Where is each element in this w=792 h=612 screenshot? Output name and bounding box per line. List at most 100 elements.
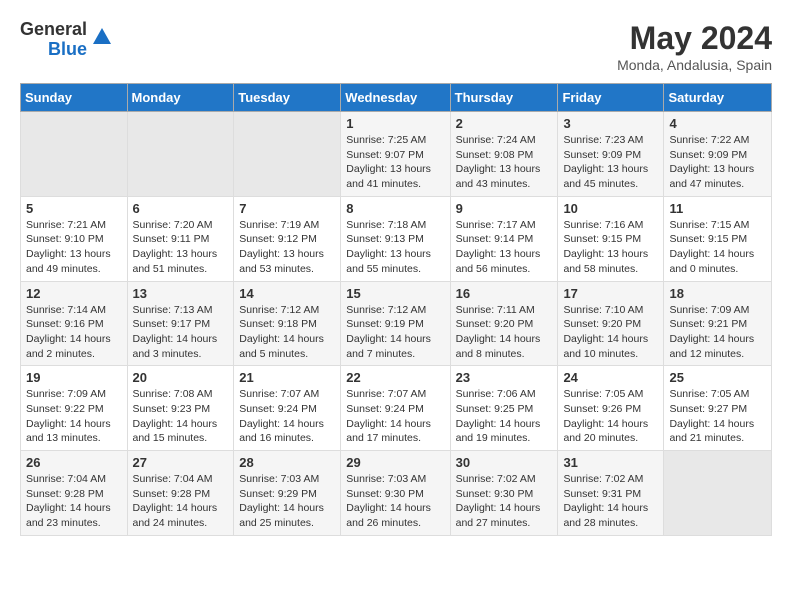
cell-content: Sunrise: 7:03 AM Sunset: 9:30 PM Dayligh…	[346, 472, 444, 531]
calendar-cell: 3Sunrise: 7:23 AM Sunset: 9:09 PM Daylig…	[558, 112, 664, 197]
calendar-cell: 30Sunrise: 7:02 AM Sunset: 9:30 PM Dayli…	[450, 451, 558, 536]
day-number: 20	[133, 370, 229, 385]
calendar-week-3: 12Sunrise: 7:14 AM Sunset: 9:16 PM Dayli…	[21, 281, 772, 366]
day-number: 18	[669, 286, 766, 301]
day-number: 2	[456, 116, 553, 131]
cell-content: Sunrise: 7:05 AM Sunset: 9:26 PM Dayligh…	[563, 387, 658, 446]
logo-icon	[91, 26, 113, 53]
calendar-cell: 11 Sunrise: 7:15 AM Sunset: 9:15 PM Dayli…	[664, 196, 772, 281]
calendar-week-4: 19 Sunrise: 7:09 AM Sunset: 9:22 PM Dayli…	[21, 366, 772, 451]
cell-content: Sunrise: 7:12 AM Sunset: 9:18 PM Dayligh…	[239, 303, 335, 362]
calendar-cell: 22 Sunrise: 7:07 AM Sunset: 9:24 PM Dayli…	[341, 366, 450, 451]
day-number: 16	[456, 286, 553, 301]
calendar-week-5: 26 Sunrise: 7:04 AM Sunset: 9:28 PM Dayli…	[21, 451, 772, 536]
calendar-cell: 9Sunrise: 7:17 AM Sunset: 9:14 PM Daylig…	[450, 196, 558, 281]
calendar-body: 1 Sunrise: 7:25 AM Sunset: 9:07 PM Daylig…	[21, 112, 772, 536]
calendar-week-1: 1 Sunrise: 7:25 AM Sunset: 9:07 PM Daylig…	[21, 112, 772, 197]
day-number: 21	[239, 370, 335, 385]
cell-content: Sunrise: 7:09 AM Sunset: 9:21 PM Dayligh…	[669, 303, 766, 362]
page-header: General Blue May 2024 Monda, Andalusia, …	[20, 20, 772, 73]
cell-content: Sunrise: 7:13 AM Sunset: 9:17 PM Dayligh…	[133, 303, 229, 362]
calendar-cell: 13 Sunrise: 7:13 AM Sunset: 9:17 PM Dayli…	[127, 281, 234, 366]
logo-general: General	[20, 20, 87, 40]
cell-content: Sunrise: 7:24 AM Sunset: 9:08 PM Dayligh…	[456, 133, 553, 192]
day-number: 4	[669, 116, 766, 131]
calendar-cell	[21, 112, 128, 197]
cell-content: Sunrise: 7:18 AM Sunset: 9:13 PM Dayligh…	[346, 218, 444, 277]
day-number: 3	[563, 116, 658, 131]
day-number: 8	[346, 201, 444, 216]
cell-content: Sunrise: 7:04 AM Sunset: 9:28 PM Dayligh…	[133, 472, 229, 531]
day-number: 5	[26, 201, 122, 216]
calendar-cell: 17Sunrise: 7:10 AM Sunset: 9:20 PM Dayli…	[558, 281, 664, 366]
calendar-cell: 10Sunrise: 7:16 AM Sunset: 9:15 PM Dayli…	[558, 196, 664, 281]
calendar-cell: 28 Sunrise: 7:03 AM Sunset: 9:29 PM Dayli…	[234, 451, 341, 536]
day-number: 11	[669, 201, 766, 216]
cell-content: Sunrise: 7:08 AM Sunset: 9:23 PM Dayligh…	[133, 387, 229, 446]
calendar-cell: 14 Sunrise: 7:12 AM Sunset: 9:18 PM Dayli…	[234, 281, 341, 366]
calendar-cell: 21 Sunrise: 7:07 AM Sunset: 9:24 PM Dayli…	[234, 366, 341, 451]
day-number: 26	[26, 455, 122, 470]
cell-content: Sunrise: 7:09 AM Sunset: 9:22 PM Dayligh…	[26, 387, 122, 446]
day-header-thursday: Thursday	[450, 84, 558, 112]
day-number: 7	[239, 201, 335, 216]
calendar-cell: 20 Sunrise: 7:08 AM Sunset: 9:23 PM Dayli…	[127, 366, 234, 451]
calendar-cell: 1 Sunrise: 7:25 AM Sunset: 9:07 PM Daylig…	[341, 112, 450, 197]
day-number: 25	[669, 370, 766, 385]
day-number: 12	[26, 286, 122, 301]
cell-content: Sunrise: 7:05 AM Sunset: 9:27 PM Dayligh…	[669, 387, 766, 446]
day-number: 23	[456, 370, 553, 385]
month-year: May 2024	[617, 20, 772, 57]
calendar-cell: 31 Sunrise: 7:02 AM Sunset: 9:31 PM Dayli…	[558, 451, 664, 536]
calendar-cell: 29 Sunrise: 7:03 AM Sunset: 9:30 PM Dayli…	[341, 451, 450, 536]
cell-content: Sunrise: 7:20 AM Sunset: 9:11 PM Dayligh…	[133, 218, 229, 277]
day-number: 1	[346, 116, 444, 131]
calendar-cell: 7 Sunrise: 7:19 AM Sunset: 9:12 PM Daylig…	[234, 196, 341, 281]
cell-content: Sunrise: 7:19 AM Sunset: 9:12 PM Dayligh…	[239, 218, 335, 277]
calendar-cell: 12Sunrise: 7:14 AM Sunset: 9:16 PM Dayli…	[21, 281, 128, 366]
calendar-cell: 24Sunrise: 7:05 AM Sunset: 9:26 PM Dayli…	[558, 366, 664, 451]
cell-content: Sunrise: 7:07 AM Sunset: 9:24 PM Dayligh…	[346, 387, 444, 446]
calendar-cell: 25 Sunrise: 7:05 AM Sunset: 9:27 PM Dayli…	[664, 366, 772, 451]
cell-content: Sunrise: 7:21 AM Sunset: 9:10 PM Dayligh…	[26, 218, 122, 277]
day-number: 29	[346, 455, 444, 470]
logo-blue: Blue	[20, 40, 87, 60]
day-header-saturday: Saturday	[664, 84, 772, 112]
cell-content: Sunrise: 7:03 AM Sunset: 9:29 PM Dayligh…	[239, 472, 335, 531]
calendar-cell: 4 Sunrise: 7:22 AM Sunset: 9:09 PM Daylig…	[664, 112, 772, 197]
cell-content: Sunrise: 7:15 AM Sunset: 9:15 PM Dayligh…	[669, 218, 766, 277]
day-number: 31	[563, 455, 658, 470]
day-header-tuesday: Tuesday	[234, 84, 341, 112]
day-header-sunday: Sunday	[21, 84, 128, 112]
calendar-cell: 19 Sunrise: 7:09 AM Sunset: 9:22 PM Dayli…	[21, 366, 128, 451]
calendar-cell: 23 Sunrise: 7:06 AM Sunset: 9:25 PM Dayli…	[450, 366, 558, 451]
calendar-cell: 16 Sunrise: 7:11 AM Sunset: 9:20 PM Dayli…	[450, 281, 558, 366]
cell-content: Sunrise: 7:06 AM Sunset: 9:25 PM Dayligh…	[456, 387, 553, 446]
calendar-cell: 8 Sunrise: 7:18 AM Sunset: 9:13 PM Daylig…	[341, 196, 450, 281]
calendar-cell	[127, 112, 234, 197]
calendar-cell: 27Sunrise: 7:04 AM Sunset: 9:28 PM Dayli…	[127, 451, 234, 536]
day-number: 14	[239, 286, 335, 301]
cell-content: Sunrise: 7:02 AM Sunset: 9:31 PM Dayligh…	[563, 472, 658, 531]
title-block: May 2024 Monda, Andalusia, Spain	[617, 20, 772, 73]
day-number: 13	[133, 286, 229, 301]
cell-content: Sunrise: 7:11 AM Sunset: 9:20 PM Dayligh…	[456, 303, 553, 362]
cell-content: Sunrise: 7:22 AM Sunset: 9:09 PM Dayligh…	[669, 133, 766, 192]
location: Monda, Andalusia, Spain	[617, 57, 772, 73]
cell-content: Sunrise: 7:16 AM Sunset: 9:15 PM Dayligh…	[563, 218, 658, 277]
cell-content: Sunrise: 7:07 AM Sunset: 9:24 PM Dayligh…	[239, 387, 335, 446]
cell-content: Sunrise: 7:25 AM Sunset: 9:07 PM Dayligh…	[346, 133, 444, 192]
day-number: 19	[26, 370, 122, 385]
day-number: 22	[346, 370, 444, 385]
calendar-table: SundayMondayTuesdayWednesdayThursdayFrid…	[20, 83, 772, 536]
calendar-cell: 6 Sunrise: 7:20 AM Sunset: 9:11 PM Daylig…	[127, 196, 234, 281]
days-header-row: SundayMondayTuesdayWednesdayThursdayFrid…	[21, 84, 772, 112]
cell-content: Sunrise: 7:12 AM Sunset: 9:19 PM Dayligh…	[346, 303, 444, 362]
day-number: 28	[239, 455, 335, 470]
calendar-header: SundayMondayTuesdayWednesdayThursdayFrid…	[21, 84, 772, 112]
day-number: 6	[133, 201, 229, 216]
day-number: 9	[456, 201, 553, 216]
calendar-cell: 18 Sunrise: 7:09 AM Sunset: 9:21 PM Dayli…	[664, 281, 772, 366]
day-number: 30	[456, 455, 553, 470]
day-header-friday: Friday	[558, 84, 664, 112]
